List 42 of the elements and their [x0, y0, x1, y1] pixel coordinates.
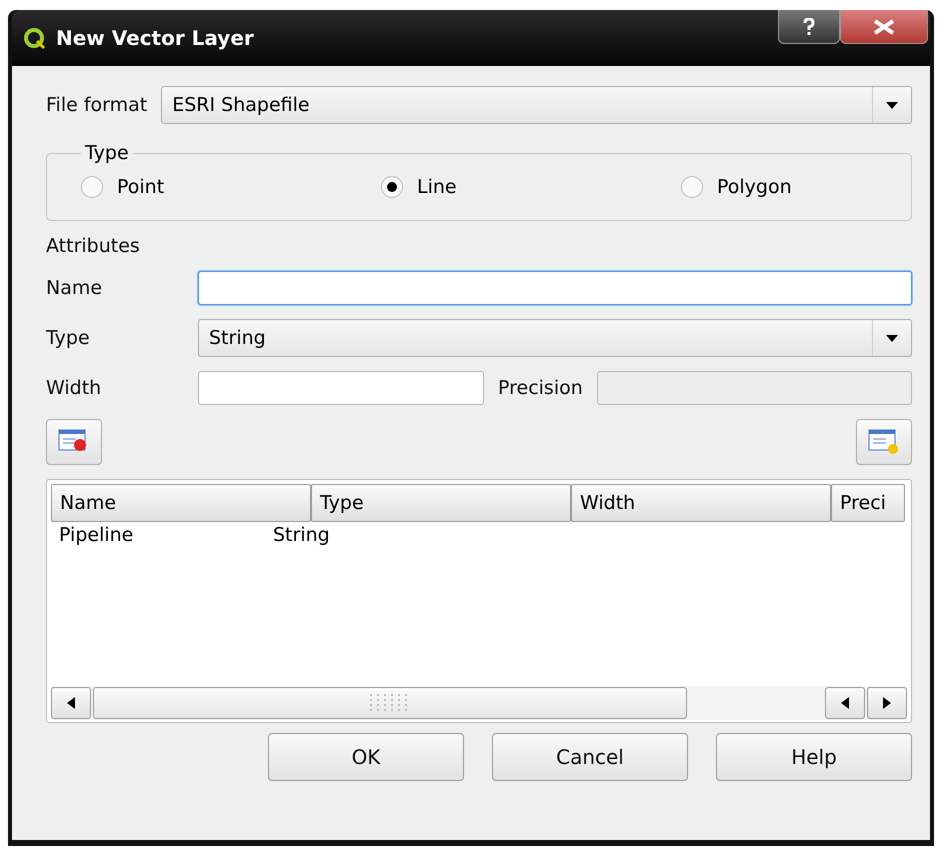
radio-option[interactable]: Line: [381, 176, 581, 198]
dialog-button[interactable]: Cancel: [492, 733, 688, 781]
left-arrow-icon: [841, 697, 849, 709]
left-arrow-icon: [67, 697, 75, 709]
column-header[interactable]: Type: [311, 484, 571, 522]
dialog-button[interactable]: Help: [716, 733, 912, 781]
file-format-dropdown[interactable]: ESRI Shapefile: [161, 86, 912, 124]
radio-option[interactable]: Point: [81, 176, 281, 198]
window-title: New Vector Layer: [56, 26, 254, 50]
scroll-right-button[interactable]: [867, 687, 907, 719]
field-label: Name: [46, 277, 104, 299]
section-title: Attributes: [46, 235, 141, 257]
field-label: File format: [46, 94, 148, 116]
add-field-button[interactable]: [856, 419, 912, 465]
scroll-left-button[interactable]: [51, 687, 91, 719]
app-logo-icon: [24, 26, 46, 50]
table-cell-text: String: [272, 523, 331, 548]
dropdown-arrow-icon: [886, 102, 898, 108]
name-input-field[interactable]: [198, 271, 912, 305]
column-header[interactable]: Width: [571, 484, 831, 522]
column-header[interactable]: Name: [51, 484, 311, 522]
right-arrow-icon: [883, 697, 891, 709]
group-title: Type: [84, 142, 130, 164]
scroll-left-button[interactable]: [825, 687, 865, 719]
width-input-field[interactable]: [198, 371, 484, 405]
grip-icon: [370, 694, 410, 712]
help-button[interactable]: [778, 10, 840, 44]
dialog-button[interactable]: OK: [268, 733, 464, 781]
column-header[interactable]: Preci: [831, 484, 905, 522]
radio-option[interactable]: Polygon: [681, 176, 881, 198]
dropdown-arrow-icon: [886, 334, 898, 342]
delete-field-button[interactable]: [46, 419, 102, 465]
field-label: Width: [46, 377, 102, 399]
field-label: Precision: [498, 377, 583, 399]
field-label: Type: [46, 327, 91, 349]
question-mark-icon: [803, 18, 815, 36]
add-field-icon: [868, 429, 900, 455]
type-dropdown[interactable]: String: [198, 319, 912, 357]
close-button[interactable]: [840, 10, 928, 44]
table-cell-text: Pipeline: [58, 523, 134, 548]
close-icon: [873, 18, 895, 34]
scroll-thumb[interactable]: [93, 687, 687, 719]
